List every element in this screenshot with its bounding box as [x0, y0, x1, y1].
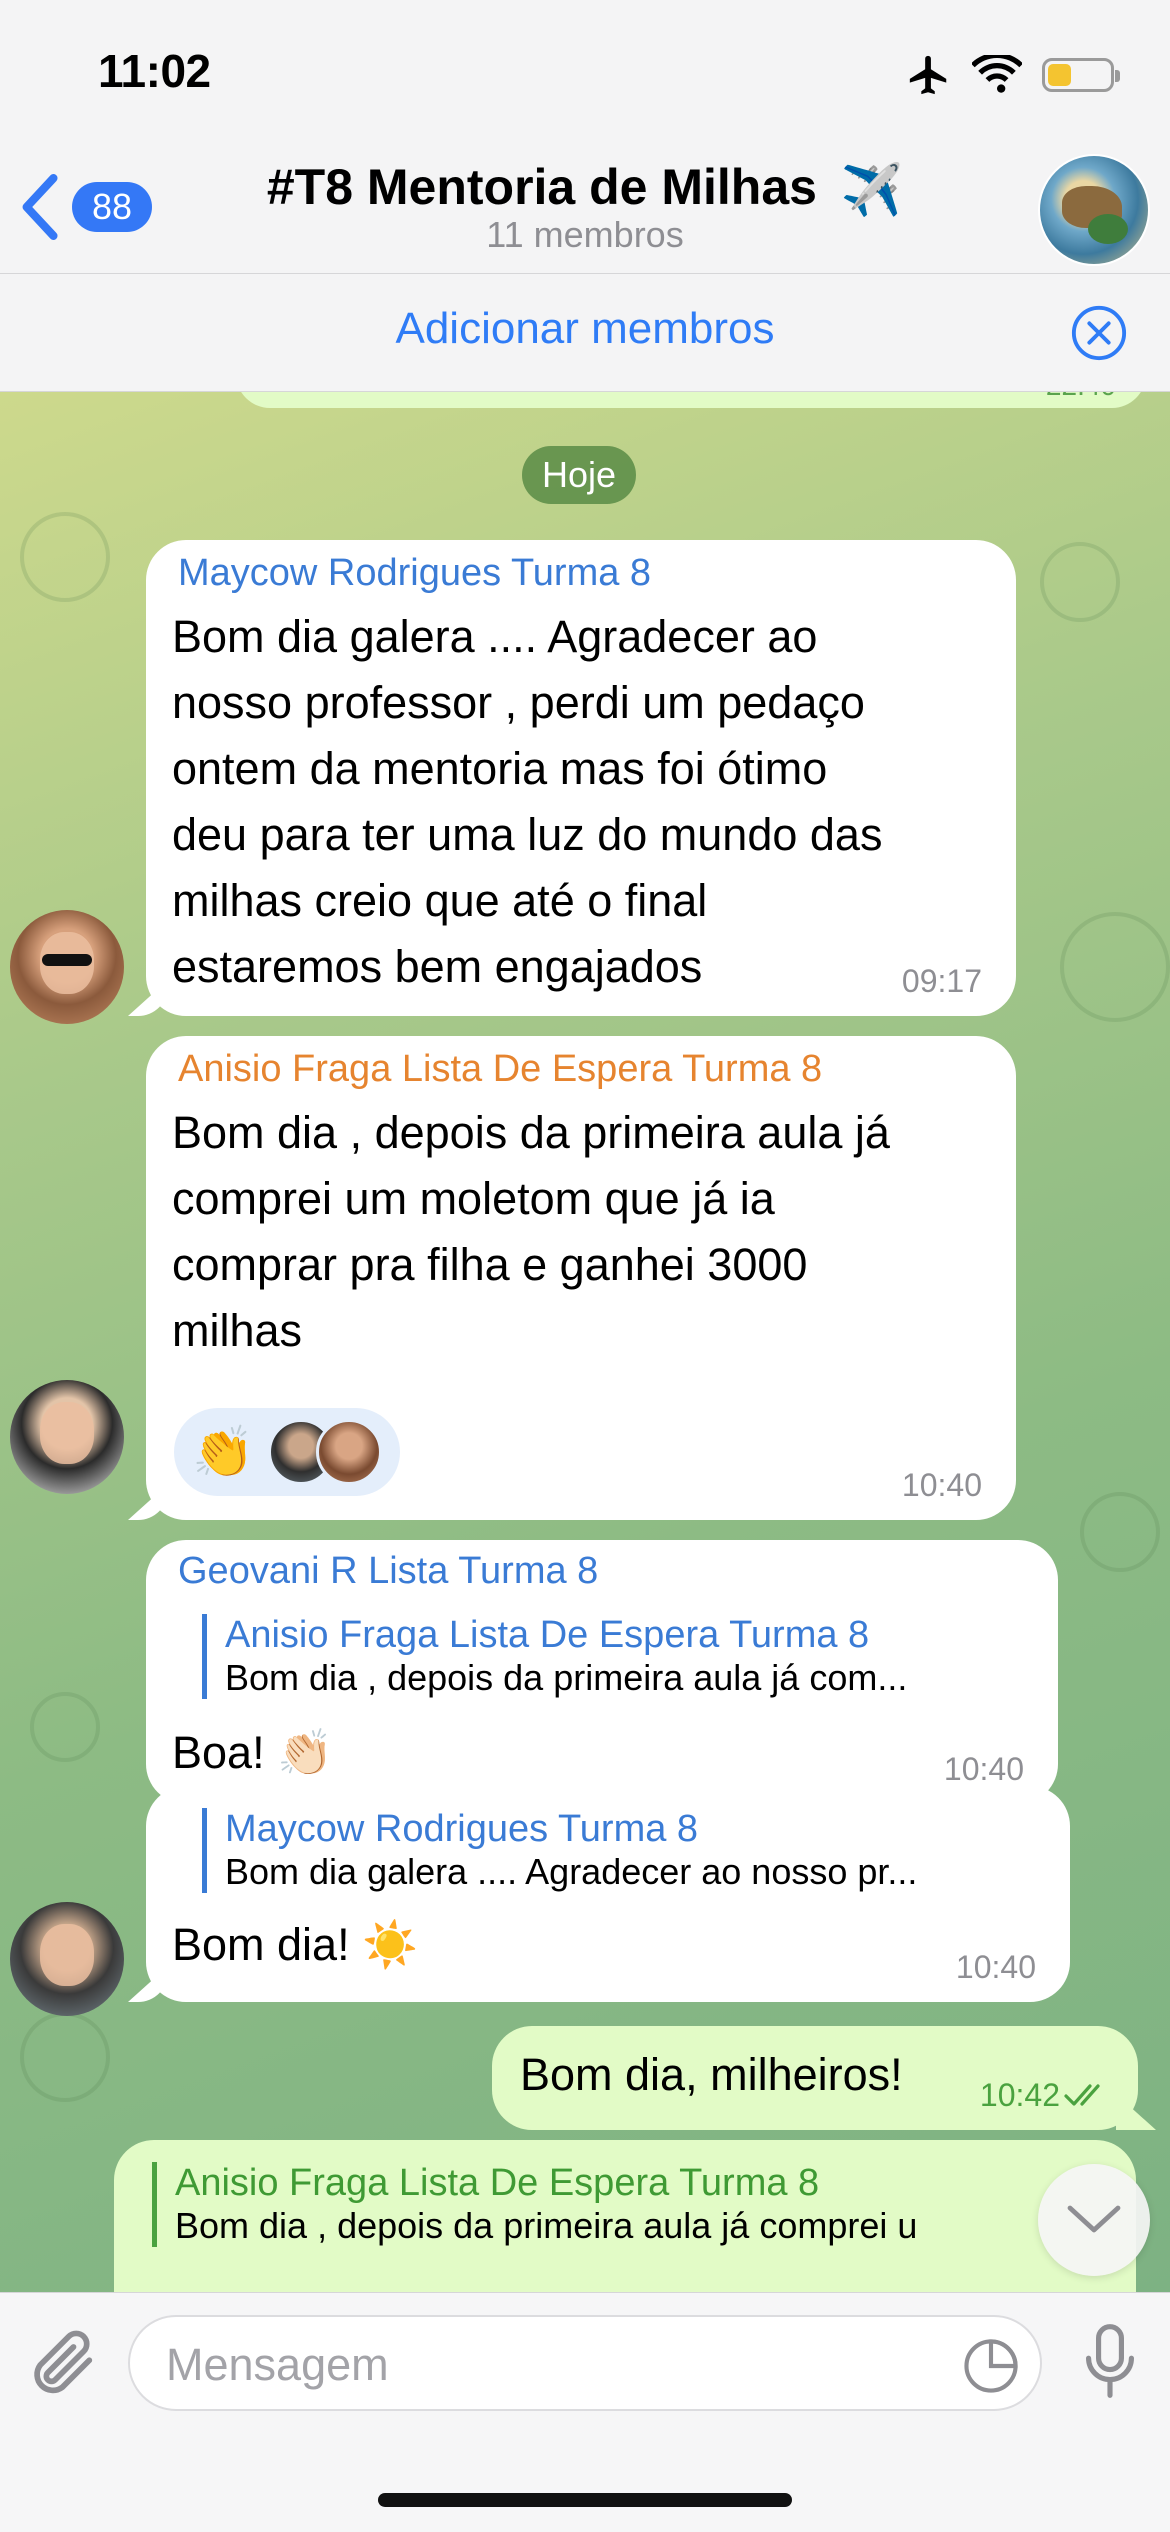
reply-sender-name: Anisio Fraga Lista De Espera Turma 8: [175, 2162, 820, 2204]
add-members-button[interactable]: Adicionar membros: [0, 304, 1170, 354]
message-time: 09:17: [901, 963, 982, 999]
add-members-banner: Adicionar membros: [0, 274, 1170, 392]
message-text[interactable]: Bom dia, milheiros!: [520, 2042, 903, 2108]
reply-sender-name: Maycow Rodrigues Turma 8: [225, 1808, 699, 1850]
sender-avatar[interactable]: [10, 1902, 124, 2016]
message-time: 10:40: [901, 1467, 982, 1503]
home-indicator: [378, 2493, 792, 2507]
group-avatar[interactable]: [1038, 154, 1150, 266]
sender-avatar[interactable]: [10, 910, 124, 1024]
message-text[interactable]: Bom dia! ☀️: [172, 1912, 418, 1978]
message-bubble[interactable]: Geovani R Lista Turma 8 Anisio Fraga Lis…: [146, 1540, 1058, 1804]
chat-title[interactable]: #T8 Mentoria de Milhas ✈️: [0, 158, 1170, 220]
sender-name[interactable]: Maycow Rodrigues Turma 8: [178, 552, 651, 595]
status-bar: 11:02: [0, 0, 1170, 150]
battery-low-icon: [1042, 58, 1120, 92]
date-separator: Hoje: [522, 446, 637, 504]
wallpaper-doodle: [30, 1692, 100, 1762]
reply-preview[interactable]: Maycow Rodrigues Turma 8 Bom dia galera …: [202, 1808, 1044, 1893]
message-bubble[interactable]: Maycow Rodrigues Turma 8 Bom dia galera …: [128, 540, 1016, 1016]
message-time: 10:42: [979, 2077, 1060, 2113]
message-text[interactable]: Boa! 👏🏻: [172, 1720, 333, 1786]
reply-text: Bom dia , depois da primeira aula já com…: [175, 2205, 918, 2246]
chevron-down-icon: [1067, 2205, 1121, 2233]
reaction-chip[interactable]: 👏: [174, 1408, 401, 1496]
message-time: 10:40: [943, 1751, 1024, 1787]
airplane-emoji: ✈️: [840, 162, 904, 219]
airplane-mode-icon: [909, 55, 947, 95]
wifi-icon: [972, 55, 1022, 93]
paperclip-icon[interactable]: [26, 2323, 102, 2407]
sender-name[interactable]: Geovani R Lista Turma 8: [178, 1550, 598, 1593]
wallpaper-doodle: [1040, 542, 1120, 622]
reply-text: Bom dia , depois da primeira aula já com…: [225, 1657, 908, 1698]
message-time: 10:40: [955, 1949, 1036, 1985]
scroll-to-bottom-button[interactable]: [1038, 2164, 1150, 2276]
message-text[interactable]: Bom dia galera .... Agradecer ao nosso p…: [172, 604, 882, 1000]
double-check-icon: [1064, 2084, 1100, 2106]
message-input[interactable]: Mensagem: [128, 2315, 1042, 2411]
message-bubble[interactable]: Maycow Rodrigues Turma 8 Bom dia galera …: [128, 1786, 1070, 2002]
sender-avatar[interactable]: [10, 1380, 124, 1494]
reply-text: Bom dia galera .... Agradecer ao nosso p…: [225, 1851, 918, 1892]
reply-preview[interactable]: Anisio Fraga Lista De Espera Turma 8 Bom…: [152, 2162, 1052, 2247]
clapping-hands-emoji: 👏: [192, 1423, 255, 1480]
chat-title-text: #T8 Mentoria de Milhas: [266, 159, 817, 215]
close-icon[interactable]: [1070, 304, 1128, 362]
wallpaper-doodle: [1080, 1492, 1160, 1572]
wallpaper-doodle: [20, 2012, 110, 2102]
sticker-icon[interactable]: [960, 2335, 1022, 2397]
microphone-icon[interactable]: [1080, 2321, 1140, 2401]
message-input-placeholder: Mensagem: [166, 2339, 389, 2390]
status-icons: [906, 52, 1120, 98]
previous-message-bubble[interactable]: 22:40: [236, 392, 1146, 408]
status-time: 11:02: [98, 45, 211, 97]
message-text[interactable]: Bom dia , depois da primeira aula já com…: [172, 1100, 890, 1364]
member-count: 11 membros: [486, 214, 684, 255]
sender-name[interactable]: Anisio Fraga Lista De Espera Turma 8: [178, 1048, 822, 1091]
reply-preview[interactable]: Anisio Fraga Lista De Espera Turma 8 Bom…: [202, 1614, 1032, 1699]
chat-area[interactable]: 22:40 Hoje Maycow Rodrigues Turma 8 Bom …: [0, 392, 1170, 2292]
message-bubble[interactable]: Anisio Fraga Lista De Espera Turma 8 Bom…: [128, 1036, 1016, 1520]
wallpaper-doodle: [20, 512, 110, 602]
outgoing-message-bubble[interactable]: Anisio Fraga Lista De Espera Turma 8 Bom…: [114, 2140, 1136, 2292]
reply-sender-name: Anisio Fraga Lista De Espera Turma 8: [225, 1614, 870, 1656]
reactor-avatar: [316, 1419, 383, 1485]
chat-header: 88 #T8 Mentoria de Milhas ✈️ 11 membros: [0, 150, 1170, 274]
message-time: 22:40: [1046, 392, 1116, 402]
outgoing-message-bubble[interactable]: Bom dia, milheiros! 10:42: [492, 2026, 1156, 2130]
message-input-bar: Mensagem: [0, 2292, 1170, 2532]
wallpaper-doodle: [1060, 912, 1170, 1022]
